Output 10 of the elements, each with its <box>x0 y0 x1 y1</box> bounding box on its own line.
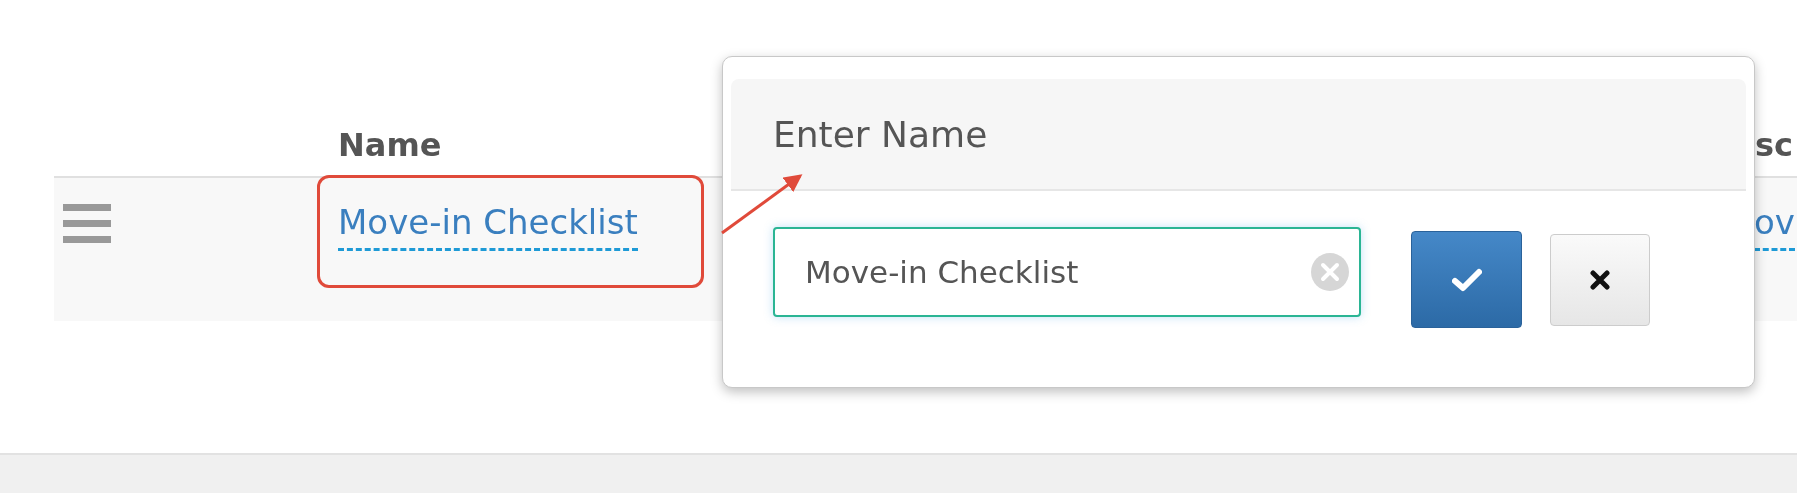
cancel-button[interactable] <box>1550 233 1650 326</box>
popover-title: Enter Name <box>773 113 988 155</box>
name-input-field[interactable]: Move-in Checklist <box>773 226 1361 317</box>
confirm-button[interactable] <box>1411 231 1522 328</box>
column-header: Name <box>338 126 442 164</box>
column-header: sc <box>1755 126 1793 164</box>
close-icon <box>1590 269 1610 290</box>
menu-icon[interactable] <box>63 204 111 244</box>
name-link[interactable]: Move-in Checklist <box>338 202 638 251</box>
check-icon <box>1451 267 1482 292</box>
